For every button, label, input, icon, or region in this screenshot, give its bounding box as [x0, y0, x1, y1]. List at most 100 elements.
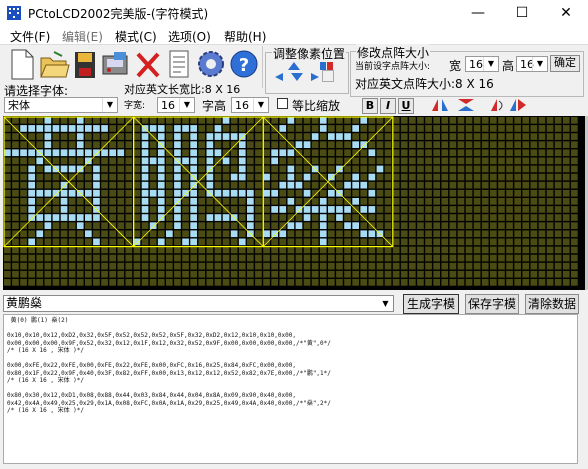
pixel-off — [465, 230, 473, 238]
pixel-off — [230, 125, 238, 132]
rotate-left-icon[interactable] — [487, 97, 507, 113]
bold-button[interactable]: B — [362, 98, 378, 114]
pixel-off — [376, 149, 384, 157]
pixel-off — [336, 222, 343, 229]
pixel-off — [433, 133, 440, 140]
pixel-off — [538, 173, 546, 181]
pixel-off — [360, 246, 368, 254]
flip-vertical-icon[interactable] — [456, 97, 476, 113]
pixel-on — [295, 222, 303, 229]
invert-icon[interactable] — [320, 60, 334, 70]
menu-edit[interactable]: 编辑(E) — [62, 28, 103, 45]
pixel-off — [368, 117, 376, 124]
notes-icon[interactable] — [163, 46, 195, 82]
pixel-on — [157, 133, 165, 140]
delete-icon[interactable] — [132, 46, 164, 82]
pixel-off — [571, 254, 578, 262]
pixel-off — [295, 270, 303, 278]
dot-matrix-canvas[interactable] — [3, 116, 585, 290]
pixel-off — [287, 246, 295, 254]
pixel-off — [441, 181, 449, 189]
pixel-on — [287, 149, 295, 157]
pixel-on — [352, 181, 359, 189]
pixel-off — [538, 206, 546, 213]
flip-horizontal-icon[interactable] — [430, 97, 450, 113]
pixel-off — [376, 173, 384, 181]
pixel-off — [554, 125, 562, 132]
pixel-off — [336, 270, 343, 278]
pixel-off — [295, 117, 303, 124]
pixel-on — [28, 198, 35, 205]
italic-button[interactable]: I — [380, 98, 396, 114]
close-button[interactable]: ✕ — [544, 0, 588, 26]
menu-file[interactable]: 文件(F) — [10, 28, 50, 45]
help-icon[interactable]: ? — [228, 46, 260, 82]
rotate-right-icon[interactable] — [508, 97, 528, 113]
dot-matrix-svg[interactable] — [3, 116, 585, 290]
pixel-off — [562, 189, 570, 197]
pixel-off — [368, 270, 376, 278]
pixel-off — [425, 181, 432, 189]
settings-icon[interactable] — [195, 46, 227, 82]
pixel-off — [554, 173, 562, 181]
pixel-off — [117, 262, 125, 270]
menu-options[interactable]: 选项(O) — [168, 28, 211, 45]
pixel-off — [352, 279, 359, 286]
pixel-off — [230, 157, 238, 165]
scale-checkbox[interactable] — [277, 98, 288, 109]
pixel-off — [36, 270, 44, 278]
pixel-off — [255, 149, 262, 157]
pixel-off — [101, 254, 108, 262]
menu-help[interactable]: 帮助(H) — [224, 28, 266, 45]
width-select[interactable]: 16 ▼ — [465, 56, 499, 72]
shift-right-icon[interactable] — [305, 71, 319, 81]
output-textarea[interactable]: 黄(0) 鹏(1) 燊(2) 0x10,0x10,0x12,0xD2,0x32,… — [3, 314, 578, 464]
pixel-off — [206, 246, 214, 254]
pixel-off — [409, 133, 416, 140]
pixel-off — [255, 189, 262, 197]
underline-button[interactable]: U — [398, 98, 414, 114]
char-width-select[interactable]: 16 ▼ — [157, 97, 195, 113]
save-icon[interactable] — [70, 46, 102, 82]
pixel-off — [546, 181, 554, 189]
pixel-off — [133, 206, 141, 213]
chevron-down-icon[interactable]: ▼ — [378, 296, 393, 311]
char-height-select[interactable]: 16 ▼ — [231, 97, 269, 113]
pixel-off — [206, 262, 214, 270]
shift-up-icon[interactable] — [287, 60, 301, 70]
pixel-off — [344, 262, 351, 270]
save-as-icon[interactable] — [100, 46, 132, 82]
pixel-off — [149, 181, 157, 189]
pixel-off — [425, 125, 432, 132]
new-file-icon[interactable] — [6, 46, 38, 82]
shift-down-icon[interactable] — [290, 71, 304, 81]
pixel-on — [352, 141, 359, 148]
pixel-off — [303, 270, 311, 278]
pixel-off — [449, 181, 457, 189]
save-font-button[interactable]: 保存字模 — [465, 294, 519, 314]
pixel-off — [28, 270, 35, 278]
pixel-on — [352, 198, 359, 205]
minimize-button[interactable]: — — [456, 0, 500, 26]
open-folder-icon[interactable] — [38, 46, 70, 82]
pixel-off — [85, 262, 92, 270]
menu-mode[interactable]: 模式(C) — [115, 28, 157, 45]
pixel-on — [319, 117, 327, 124]
pixel-off — [222, 230, 230, 238]
pixel-off — [295, 133, 303, 140]
pixel-off — [546, 254, 554, 262]
text-input[interactable]: 黄鹏燊 — [3, 295, 394, 312]
confirm-size-button[interactable]: 确定 — [550, 55, 580, 72]
height-label: 高 — [502, 59, 515, 73]
generate-button[interactable]: 生成字模 — [403, 294, 459, 314]
pixel-off — [498, 238, 505, 246]
clear-data-button[interactable]: 清除数据 — [525, 294, 579, 314]
pixel-on — [336, 214, 343, 221]
shift-left-icon[interactable] — [275, 71, 289, 81]
maximize-button[interactable]: ☐ — [500, 0, 544, 26]
mirror-checkbox[interactable] — [322, 70, 334, 82]
pixel-off — [571, 270, 578, 278]
output-scrollbar[interactable] — [578, 314, 588, 464]
height-select[interactable]: 16 ▼ — [516, 56, 548, 72]
font-select[interactable]: 宋体 ▼ — [4, 97, 118, 113]
